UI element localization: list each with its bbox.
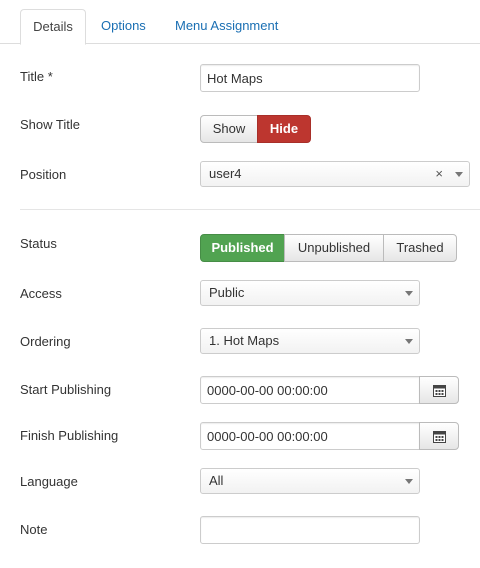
language-value: All (209, 473, 224, 488)
finish-publishing-calendar-button[interactable] (419, 422, 459, 450)
chevron-down-icon (405, 291, 413, 296)
start-publishing-input[interactable] (200, 376, 420, 404)
chevron-down-icon (405, 479, 413, 484)
tab-bar: Details Options Menu Assignment (0, 0, 480, 45)
finish-publishing-label: Finish Publishing (20, 428, 119, 443)
title-label: Title * (20, 69, 53, 84)
calendar-icon (433, 385, 446, 397)
language-label: Language (20, 474, 78, 489)
access-select[interactable]: Public (200, 280, 420, 306)
chevron-down-icon (405, 339, 413, 344)
start-publishing-label: Start Publishing (20, 382, 112, 397)
note-input[interactable] (200, 516, 420, 544)
tab-menu-assignment[interactable]: Menu Assignment (162, 9, 291, 45)
ordering-label: Ordering (20, 334, 71, 349)
position-label: Position (20, 167, 67, 182)
trashed-button[interactable]: Trashed (383, 234, 457, 262)
status-label: Status (20, 236, 57, 251)
ordering-value: 1. Hot Maps (209, 333, 280, 348)
access-label: Access (20, 286, 62, 301)
position-value: user4 (209, 166, 242, 181)
show-title-label: Show Title (20, 117, 80, 132)
access-value: Public (209, 285, 245, 300)
unpublished-button[interactable]: Unpublished (284, 234, 384, 262)
title-input[interactable] (200, 64, 420, 92)
tab-details[interactable]: Details (20, 9, 86, 45)
position-select[interactable]: user4 × (200, 161, 470, 187)
clear-icon[interactable]: × (435, 162, 443, 186)
calendar-icon (433, 431, 446, 443)
start-publishing-calendar-button[interactable] (419, 376, 459, 404)
hide-button[interactable]: Hide (257, 115, 311, 143)
ordering-select[interactable]: 1. Hot Maps (200, 328, 420, 354)
chevron-down-icon (455, 172, 463, 177)
note-label: Note (20, 522, 48, 537)
published-button[interactable]: Published (200, 234, 285, 262)
language-select[interactable]: All (200, 468, 420, 494)
finish-publishing-input[interactable] (200, 422, 420, 450)
section-divider (20, 209, 480, 210)
show-button[interactable]: Show (200, 115, 258, 143)
tab-options[interactable]: Options (88, 9, 159, 45)
